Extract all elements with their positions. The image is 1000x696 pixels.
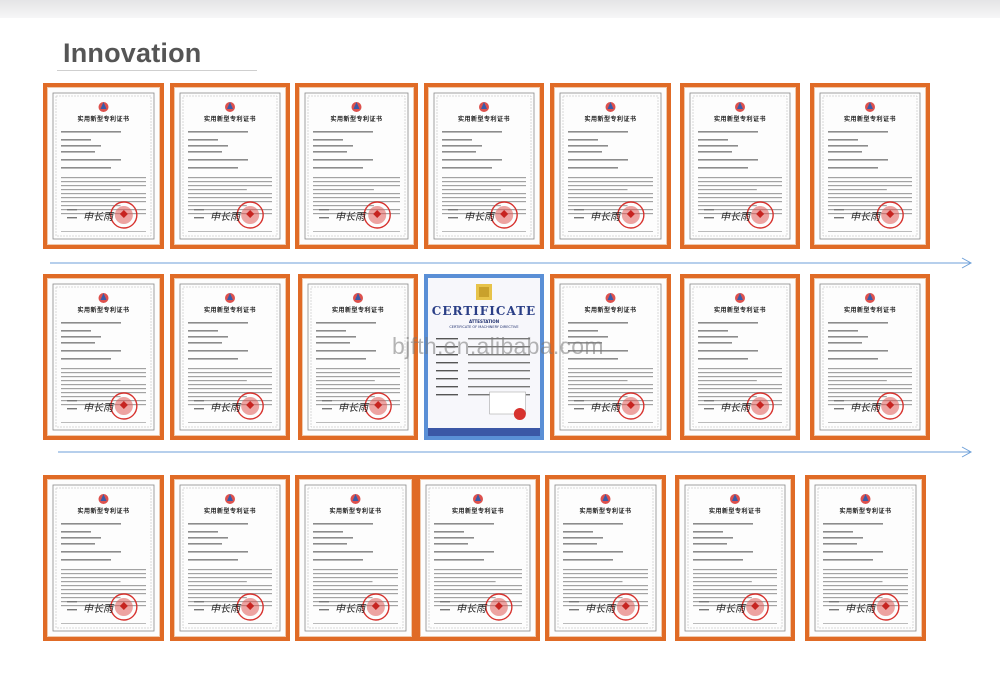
signature: 申长雨 [850,212,880,223]
patent-certificate-title: 实用新型专利证书 [330,116,383,123]
patent-certificate[interactable]: 实用新型专利证书申长雨 [43,274,164,440]
patent-certificate-title: 实用新型专利证书 [77,116,130,123]
patent-certificate-title: 实用新型专利证书 [203,508,256,515]
patent-certificate-title: 实用新型专利证书 [331,307,384,314]
patent-certificate[interactable]: 实用新型专利证书申长雨 [550,83,671,249]
flow-arrow-1 [50,257,975,269]
patent-certificate[interactable]: 实用新型专利证书申长雨 [170,475,290,641]
patent-certificate[interactable]: 实用新型专利证书申长雨 [43,83,164,249]
patent-certificate[interactable]: 实用新型专利证书申长雨 [675,475,795,641]
signature: 申长雨 [210,604,240,615]
patent-certificate-title: 实用新型专利证书 [708,508,761,515]
patent-certificate[interactable]: 实用新型专利证书申长雨 [295,83,418,249]
signature: 申长雨 [335,604,365,615]
signature: 申长雨 [338,403,368,414]
patent-certificate[interactable]: 实用新型专利证书申长雨 [424,83,544,249]
patent-certificate[interactable]: 实用新型专利证书申长雨 [170,83,290,249]
signature: 申长雨 [456,604,486,615]
signature: 申长雨 [585,604,615,615]
page-title: Innovation [63,38,202,68]
patent-certificate[interactable]: 实用新型专利证书申长雨 [295,475,416,641]
patent-certificate[interactable]: 实用新型专利证书申长雨 [810,274,930,440]
patent-certificate-title: 实用新型专利证书 [77,307,130,314]
signature: 申长雨 [464,212,494,223]
signature: 申长雨 [210,403,240,414]
signature: 申长雨 [590,403,620,414]
patent-certificate-title: 实用新型专利证书 [843,307,896,314]
patent-certificate-title: 实用新型专利证书 [457,116,510,123]
flow-arrow-2 [50,446,975,458]
signature: 申长雨 [845,604,875,615]
signature: 申长雨 [210,212,240,223]
patent-certificate-title: 实用新型专利证书 [77,508,130,515]
watermark: bjfth.en.alibaba.com [392,333,604,359]
patent-certificate-title: 实用新型专利证书 [579,508,632,515]
signature: 申长雨 [720,212,750,223]
signature: 申长雨 [83,212,113,223]
patent-certificate-title: 实用新型专利证书 [203,307,256,314]
patent-certificate[interactable]: 实用新型专利证书申长雨 [43,475,164,641]
title-underline [57,70,257,71]
ce-directive: CERTIFICATE OF MACHINERY DIRECTIVE [449,325,519,329]
patent-certificate[interactable]: 实用新型专利证书申长雨 [680,83,800,249]
patent-certificate-title: 实用新型专利证书 [584,116,637,123]
ce-heading: CERTIFICATE [431,304,537,318]
patent-certificate-title: 实用新型专利证书 [713,116,766,123]
patent-certificate-title: 实用新型专利证书 [713,307,766,314]
patent-certificate-title: 实用新型专利证书 [839,508,892,515]
patent-certificate[interactable]: 实用新型专利证书申长雨 [805,475,926,641]
top-bar [0,0,1000,18]
patent-certificate-title: 实用新型专利证书 [329,508,382,515]
patent-certificate-title: 实用新型专利证书 [451,508,504,515]
patent-certificate[interactable]: 实用新型专利证书申长雨 [416,475,540,641]
patent-certificate-title: 实用新型专利证书 [584,307,637,314]
patent-certificate[interactable]: 实用新型专利证书申长雨 [680,274,800,440]
patent-certificate[interactable]: 实用新型专利证书申长雨 [545,475,666,641]
signature: 申长雨 [715,604,745,615]
signature: 申长雨 [590,212,620,223]
patent-certificate-title: 实用新型专利证书 [203,116,256,123]
patent-certificate[interactable]: 实用新型专利证书申长雨 [810,83,930,249]
ce-subheading: ATTESTATION [468,319,500,324]
signature: 申长雨 [720,403,750,414]
signature: 申长雨 [83,604,113,615]
patent-certificate-title: 实用新型专利证书 [843,116,896,123]
signature: 申长雨 [850,403,880,414]
signature: 申长雨 [83,403,113,414]
patent-certificate[interactable]: 实用新型专利证书申长雨 [170,274,290,440]
signature: 申长雨 [335,212,365,223]
